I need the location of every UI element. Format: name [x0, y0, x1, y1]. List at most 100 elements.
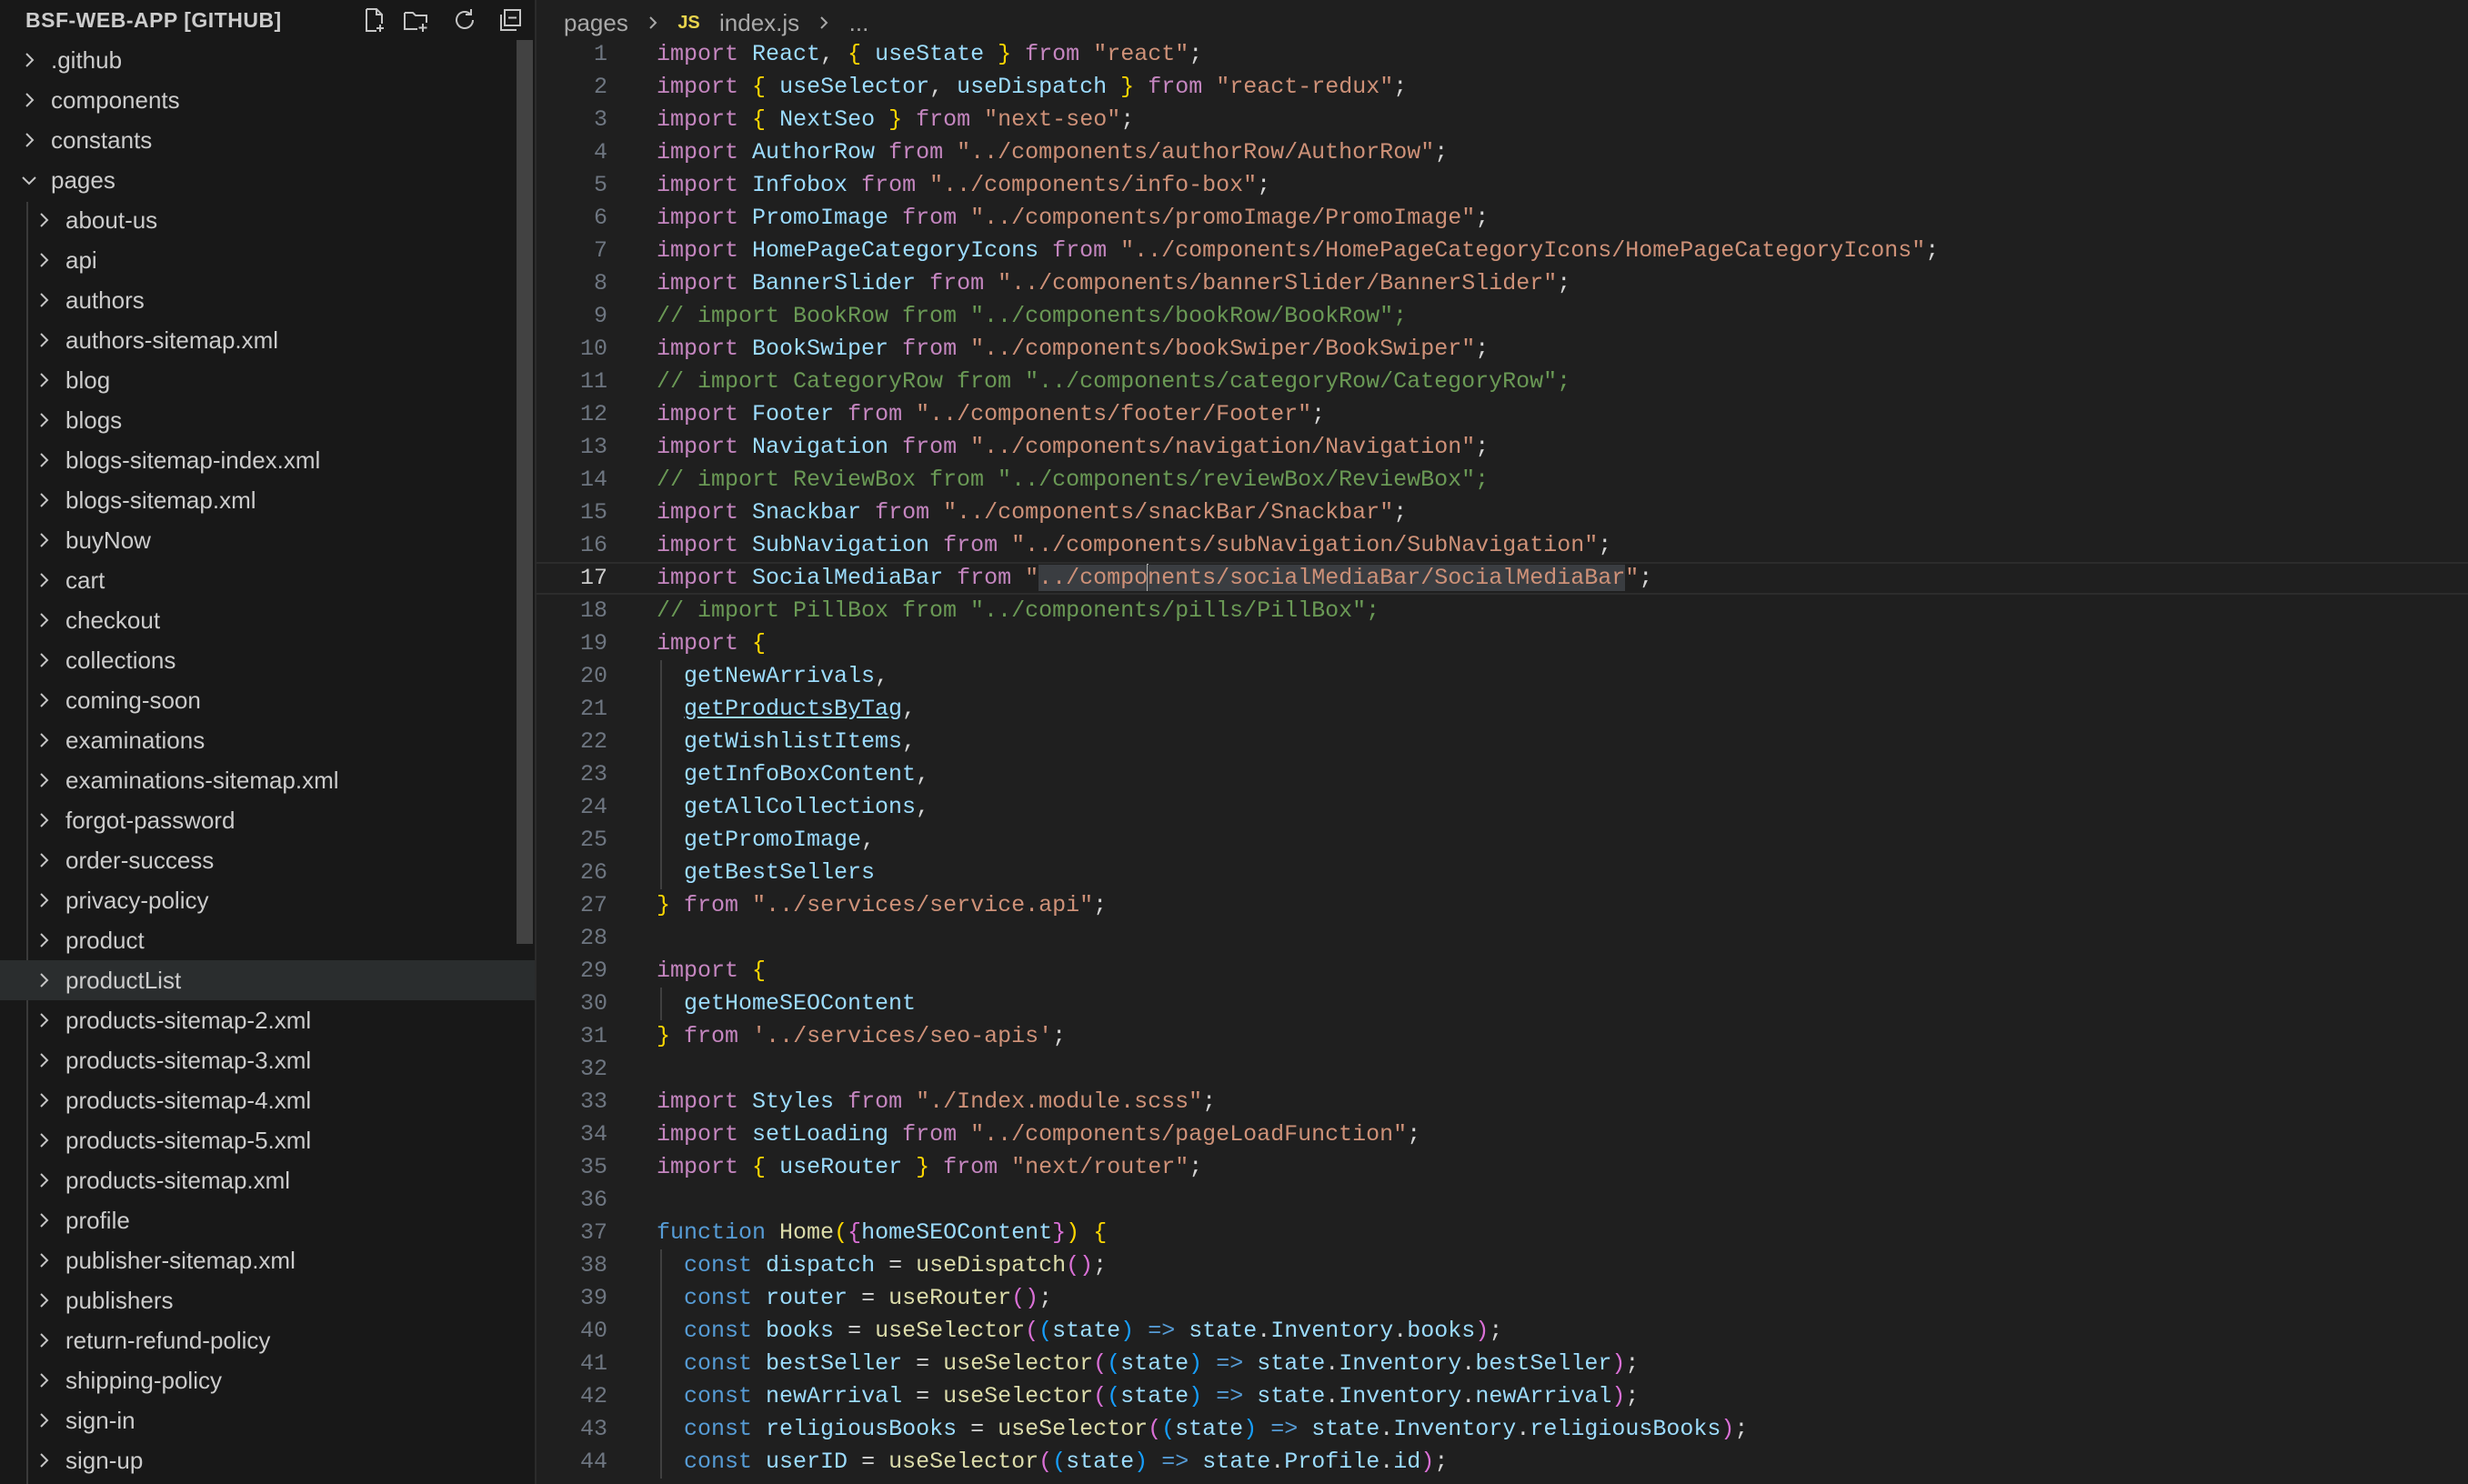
sidebar-scrollbar[interactable] — [517, 40, 533, 944]
code-line[interactable]: 19 import { — [537, 627, 2468, 660]
code-line[interactable]: 25 getPromoImage, — [537, 824, 2468, 857]
tree-item-label: authors-sitemap.xml — [65, 326, 279, 354]
code-line[interactable]: 28 — [537, 922, 2468, 955]
tree-item[interactable]: authors-sitemap.xml — [0, 320, 535, 360]
code-line[interactable]: 29 import { — [537, 955, 2468, 988]
tree-item[interactable]: cart — [0, 560, 535, 600]
tree-item[interactable]: collections — [0, 640, 535, 680]
code-line[interactable]: 4 import AuthorRow from "../components/au… — [537, 136, 2468, 169]
code-line[interactable]: 37 function Home({homeSEOContent}) { — [537, 1217, 2468, 1249]
code-line[interactable]: 7 import HomePageCategoryIcons from "../c… — [537, 235, 2468, 267]
new-folder-icon[interactable] — [402, 6, 429, 34]
code-line[interactable]: 20 getNewArrivals, — [537, 660, 2468, 693]
tree-item[interactable]: sign-in — [0, 1400, 535, 1440]
tree-item[interactable]: shipping-policy — [0, 1360, 535, 1400]
tree-item[interactable]: publishers — [0, 1280, 535, 1320]
code-line[interactable]: 14 // import ReviewBox from "../component… — [537, 464, 2468, 496]
tree-item[interactable]: productList — [0, 960, 535, 1000]
breadcrumb-file[interactable]: index.js — [719, 9, 799, 36]
code-line[interactable]: 39 const router = useRouter(); — [537, 1282, 2468, 1315]
code-line[interactable]: 2 import { useSelector, useDispatch } fro… — [537, 71, 2468, 104]
tree-item[interactable]: blogs — [0, 400, 535, 440]
code-line[interactable]: 27} from "../services/service.api"; — [537, 889, 2468, 922]
code-area[interactable]: 1 import React, { useState } from "react"… — [537, 38, 2468, 1479]
tree-item[interactable]: privacy-policy — [0, 880, 535, 920]
code-line[interactable]: 42 const newArrival = useSelector((state… — [537, 1380, 2468, 1413]
tree-item[interactable]: sign-up — [0, 1440, 535, 1480]
tree-item[interactable]: pages — [0, 160, 535, 200]
tree-item[interactable]: about-us — [0, 200, 535, 240]
code-line[interactable]: 10 import BookSwiper from "../components/… — [537, 333, 2468, 366]
tree-item[interactable]: product — [0, 920, 535, 960]
code-line[interactable]: 17 import SocialMediaBar from "../compone… — [537, 562, 2468, 595]
code-line[interactable]: 31} from '../services/seo-apis'; — [537, 1020, 2468, 1053]
code-token: import — [657, 1154, 739, 1180]
code-line[interactable]: 33 import Styles from "./Index.module.scs… — [537, 1086, 2468, 1118]
tree-item[interactable]: components — [0, 80, 535, 120]
tree-item[interactable]: authors — [0, 280, 535, 320]
code-line[interactable]: 22 getWishlistItems, — [537, 726, 2468, 758]
code-line[interactable]: 3 import { NextSeo } from "next-seo"; — [537, 104, 2468, 136]
code-line[interactable]: 36 — [537, 1184, 2468, 1217]
code-token: ( — [1161, 1416, 1176, 1442]
tree-item[interactable]: blogs-sitemap-index.xml — [0, 440, 535, 480]
code-line[interactable]: 43 const religiousBooks = useSelector((s… — [537, 1413, 2468, 1446]
code-line[interactable]: 1 import React, { useState } from "react"… — [537, 38, 2468, 71]
tree-item[interactable]: publisher-sitemap.xml — [0, 1240, 535, 1280]
tree-item[interactable]: examinations — [0, 720, 535, 760]
new-file-icon[interactable] — [360, 6, 387, 34]
collapse-all-icon[interactable] — [497, 6, 524, 34]
code-token[interactable]: getProductsByTag — [684, 696, 902, 722]
tree-item[interactable]: api — [0, 240, 535, 280]
tree-item[interactable]: profile — [0, 1200, 535, 1240]
line-number: 32 — [579, 1056, 607, 1082]
code-line[interactable]: 8 import BannerSlider from "../components… — [537, 267, 2468, 300]
tree-item[interactable]: buyNow — [0, 520, 535, 560]
tree-item[interactable]: checkout — [0, 600, 535, 640]
tree-item[interactable]: products-sitemap.xml — [0, 1160, 535, 1200]
tree-item[interactable]: forgot-password — [0, 800, 535, 840]
refresh-icon[interactable] — [451, 6, 478, 34]
code-token: "next-seo" — [984, 106, 1121, 133]
tree-item[interactable]: products-sitemap-2.xml — [0, 1000, 535, 1040]
breadcrumb-symbol[interactable]: ... — [849, 9, 869, 36]
code-line[interactable]: 24 getAllCollections, — [537, 791, 2468, 824]
code-line[interactable]: 34 import setLoading from "../components/… — [537, 1118, 2468, 1151]
code-line[interactable]: 5 import Infobox from "../components/info… — [537, 169, 2468, 202]
code-line[interactable]: 44 const userID = useSelector((state) =>… — [537, 1446, 2468, 1479]
code-line[interactable]: 11 // import CategoryRow from "../compone… — [537, 366, 2468, 398]
code-token: import — [657, 139, 739, 165]
tree-item[interactable]: products-sitemap-3.xml — [0, 1040, 535, 1080]
code-line[interactable]: 26 getBestSellers — [537, 857, 2468, 889]
code-line[interactable]: 40 const books = useSelector((state) => … — [537, 1315, 2468, 1348]
tree-item[interactable]: examinations-sitemap.xml — [0, 760, 535, 800]
breadcrumb-folder[interactable]: pages — [564, 9, 628, 36]
code-line[interactable]: 18 // import PillBox from "../components/… — [537, 595, 2468, 627]
tree-item[interactable]: return-refund-policy — [0, 1320, 535, 1360]
code-line[interactable]: 32 — [537, 1053, 2468, 1086]
tree-item[interactable]: blogs-sitemap.xml — [0, 480, 535, 520]
code-line[interactable]: 35 import { useRouter } from "next/router… — [537, 1151, 2468, 1184]
tree-item[interactable]: constants — [0, 120, 535, 160]
code-line[interactable]: 15 import Snackbar from "../components/sn… — [537, 496, 2468, 529]
code-line[interactable]: 38 const dispatch = useDispatch(); — [537, 1249, 2468, 1282]
code-line[interactable]: 12 import Footer from "../components/foot… — [537, 398, 2468, 431]
code-editor[interactable]: pages JS index.js ... 1 import React, { u… — [537, 0, 2468, 1484]
code-line[interactable]: 23 getInfoBoxContent, — [537, 758, 2468, 791]
code-line[interactable]: 30 getHomeSEOContent — [537, 988, 2468, 1020]
tree-item[interactable]: order-success — [0, 840, 535, 880]
code-line[interactable]: 16 import SubNavigation from "../componen… — [537, 529, 2468, 562]
code-line[interactable]: 9 // import BookRow from "../components/b… — [537, 300, 2468, 333]
code-line[interactable]: 6 import PromoImage from "../components/p… — [537, 202, 2468, 235]
tree-item[interactable]: products-sitemap-5.xml — [0, 1120, 535, 1160]
code-token: newArrival — [1475, 1383, 1612, 1409]
tree-item[interactable]: products-sitemap-4.xml — [0, 1080, 535, 1120]
tree-item[interactable]: blog — [0, 360, 535, 400]
code-line[interactable]: 41 const bestSeller = useSelector((state… — [537, 1348, 2468, 1380]
code-line[interactable]: 13 import Navigation from "../components/… — [537, 431, 2468, 464]
tree-item[interactable]: .github — [0, 40, 535, 80]
code-line[interactable]: 21 getProductsByTag, — [537, 693, 2468, 726]
tree-item[interactable]: coming-soon — [0, 680, 535, 720]
